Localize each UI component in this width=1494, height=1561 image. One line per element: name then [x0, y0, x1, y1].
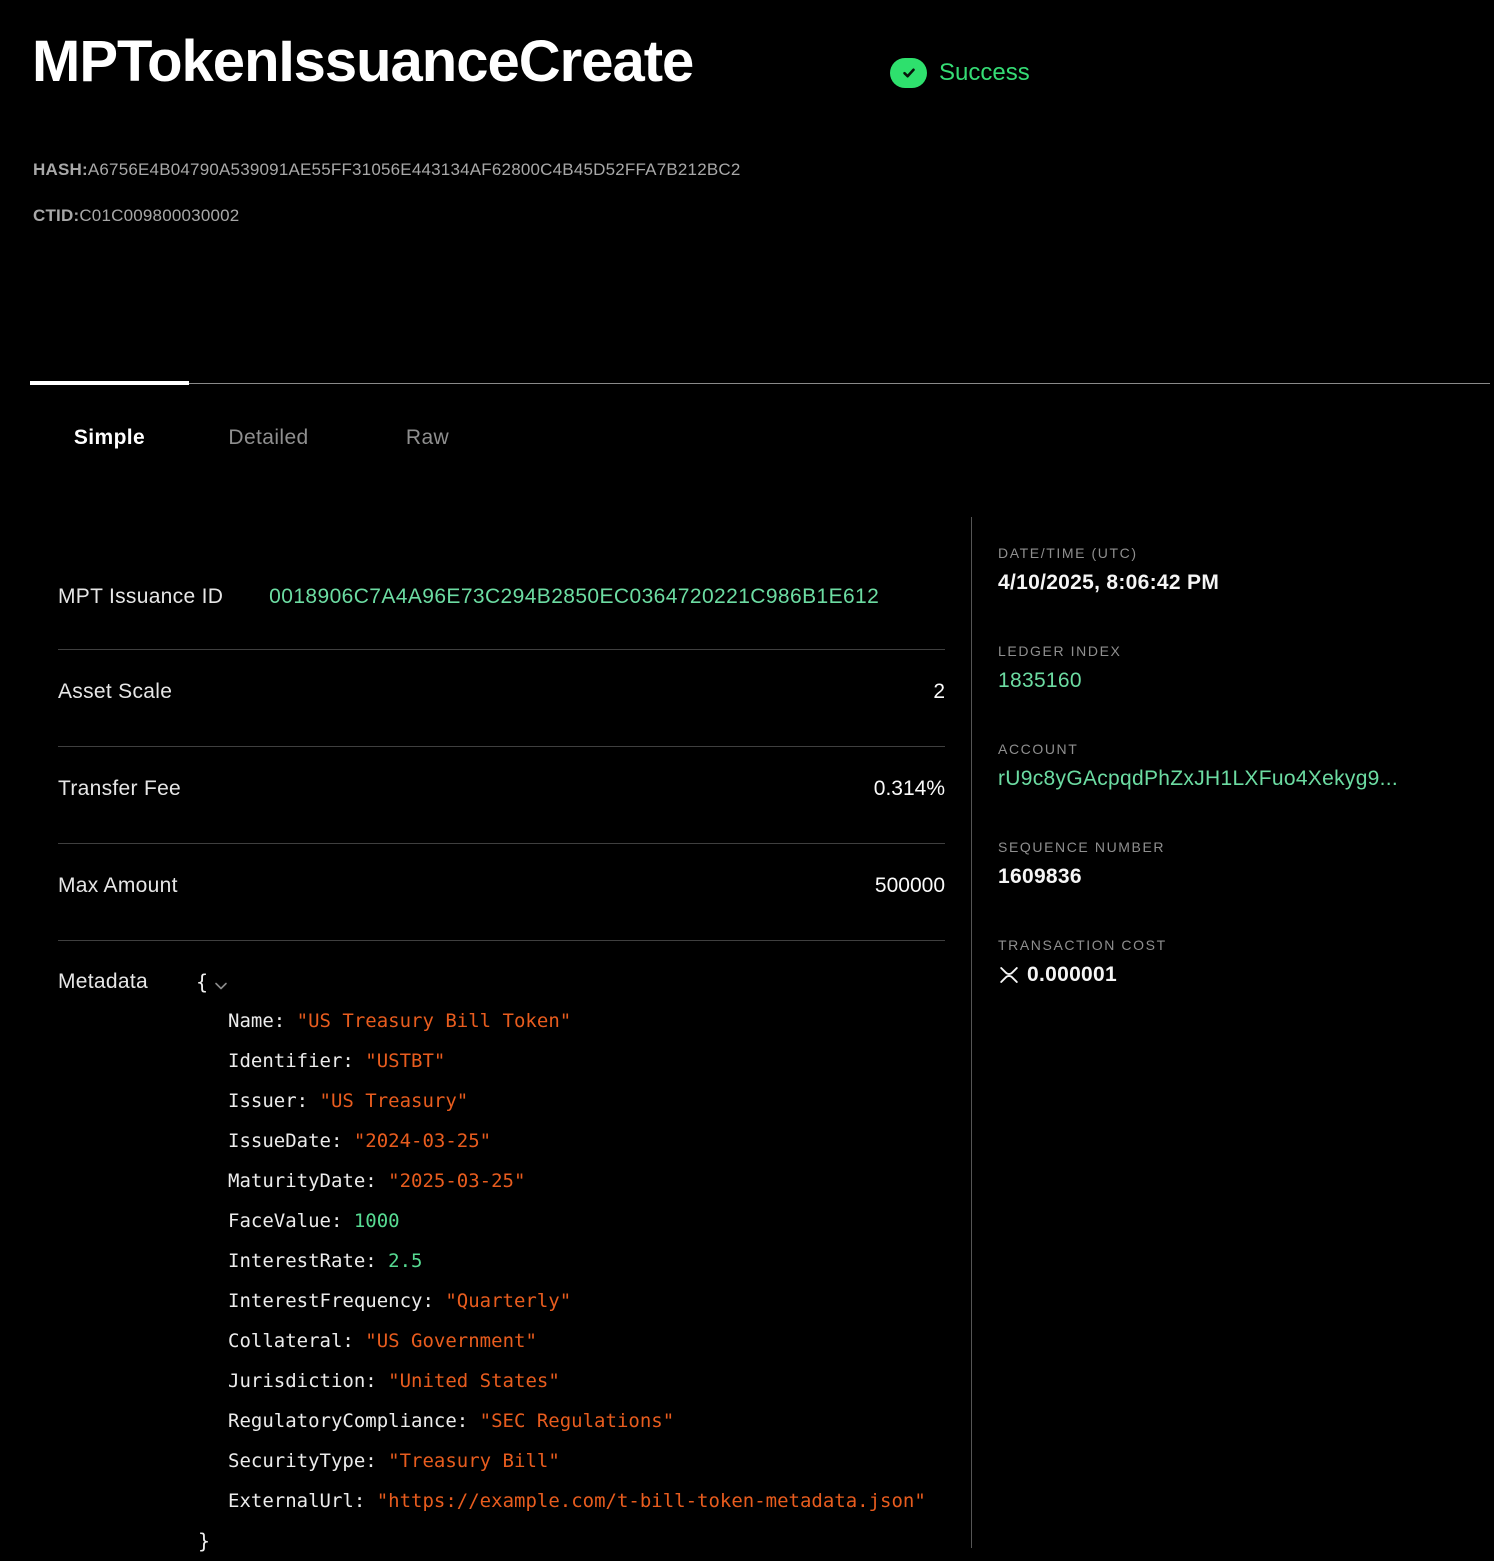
json-entry-issuedate: IssueDate: "2024-03-25"	[58, 1121, 945, 1161]
account-label: ACCOUNT	[998, 740, 1464, 758]
transaction-cost-value-wrap: 0.000001	[998, 962, 1464, 988]
transaction-ctid: CTID:C01C009800030002	[33, 206, 239, 226]
json-entry-interestrate: InterestRate: 2.5	[58, 1241, 945, 1281]
json-entry-maturitydate: MaturityDate: "2025-03-25"	[58, 1161, 945, 1201]
transaction-hash: HASH:A6756E4B04790A539091AE55FF31056E443…	[33, 160, 741, 180]
max-amount-value: 500000	[875, 875, 945, 897]
metadata-json: Name: "US Treasury Bill Token" Identifie…	[58, 1001, 945, 1521]
ledger-index-label: LEDGER INDEX	[998, 642, 1464, 660]
ctid-label: CTID:	[33, 206, 79, 225]
status-badge: Success	[890, 58, 1030, 88]
row-mpt-issuance-id: MPT Issuance ID 0018906C7A4A96E73C294B28…	[58, 517, 945, 650]
active-tab-indicator	[30, 381, 189, 385]
status-text: Success	[939, 59, 1030, 87]
row-max-amount: Max Amount 500000	[58, 844, 945, 941]
mpt-issuance-id-value[interactable]: 0018906C7A4A96E73C294B2850EC0364720221C9…	[269, 586, 879, 608]
ledger-index-value[interactable]: 1835160	[998, 668, 1464, 694]
success-check-icon	[890, 58, 927, 88]
max-amount-label: Max Amount	[58, 875, 178, 897]
transfer-fee-value: 0.314%	[874, 778, 945, 800]
transaction-cost-label: TRANSACTION COST	[998, 936, 1464, 954]
json-entry-interestfrequency: InterestFrequency: "Quarterly"	[58, 1281, 945, 1321]
transaction-cost-value: 0.000001	[1027, 962, 1117, 988]
transaction-cost-block: TRANSACTION COST 0.000001	[998, 936, 1464, 988]
row-transfer-fee: Transfer Fee 0.314%	[58, 747, 945, 844]
mpt-issuance-id-label: MPT Issuance ID	[58, 586, 223, 608]
datetime-block: DATE/TIME (UTC) 4/10/2025, 8:06:42 PM	[998, 544, 1464, 596]
tab-simple[interactable]: Simple	[30, 420, 189, 456]
account-block: ACCOUNT rU9c8yGAcpqdPhZxJH1LXFuo4Xekyg9.…	[998, 740, 1464, 792]
tab-detailed[interactable]: Detailed	[189, 420, 348, 456]
transfer-fee-label: Transfer Fee	[58, 778, 181, 800]
metadata-open-brace: {	[196, 971, 208, 993]
transaction-summary-sidebar: DATE/TIME (UTC) 4/10/2025, 8:06:42 PM LE…	[972, 517, 1494, 1548]
json-entry-securitytype: SecurityType: "Treasury Bill"	[58, 1441, 945, 1481]
metadata-label: Metadata	[58, 971, 148, 993]
json-entry-facevalue: FaceValue: 1000	[58, 1201, 945, 1241]
json-entry-regulatorycompliance: RegulatoryCompliance: "SEC Regulations"	[58, 1401, 945, 1441]
view-tabs: Simple Detailed Raw	[30, 420, 507, 456]
hash-value: A6756E4B04790A539091AE55FF31056E443134AF…	[88, 160, 741, 179]
account-value[interactable]: rU9c8yGAcpqdPhZxJH1LXFuo4Xekyg9...	[998, 766, 1464, 792]
json-entry-externalurl: ExternalUrl: "https://example.com/t-bill…	[58, 1481, 945, 1521]
metadata-close-brace: }	[58, 1521, 945, 1561]
sequence-number-value: 1609836	[998, 864, 1464, 890]
sequence-number-label: SEQUENCE NUMBER	[998, 838, 1464, 856]
json-entry-identifier: Identifier: "USTBT"	[58, 1041, 945, 1081]
json-entry-name: Name: "US Treasury Bill Token"	[58, 1001, 945, 1041]
metadata-section: Metadata { Name: "US Treasury Bill Token…	[58, 941, 945, 1561]
sequence-number-block: SEQUENCE NUMBER 1609836	[998, 838, 1464, 890]
json-entry-issuer: Issuer: "US Treasury"	[58, 1081, 945, 1121]
ctid-value: C01C009800030002	[79, 206, 239, 225]
tab-raw[interactable]: Raw	[348, 420, 507, 456]
page-title: MPTokenIssuanceCreate	[32, 28, 693, 95]
transaction-details-panel: MPT Issuance ID 0018906C7A4A96E73C294B28…	[0, 517, 972, 1548]
json-entry-jurisdiction: Jurisdiction: "United States"	[58, 1361, 945, 1401]
hash-label: HASH:	[33, 160, 88, 179]
asset-scale-value: 2	[933, 681, 945, 703]
json-entry-collateral: Collateral: "US Government"	[58, 1321, 945, 1361]
xrp-icon	[998, 965, 1020, 985]
asset-scale-label: Asset Scale	[58, 681, 172, 703]
content-area: MPT Issuance ID 0018906C7A4A96E73C294B28…	[0, 517, 1494, 1548]
chevron-down-icon[interactable]	[214, 981, 228, 991]
datetime-value: 4/10/2025, 8:06:42 PM	[998, 570, 1464, 596]
ledger-index-block: LEDGER INDEX 1835160	[998, 642, 1464, 694]
datetime-label: DATE/TIME (UTC)	[998, 544, 1464, 562]
tabline-divider	[189, 383, 1490, 384]
row-asset-scale: Asset Scale 2	[58, 650, 945, 747]
